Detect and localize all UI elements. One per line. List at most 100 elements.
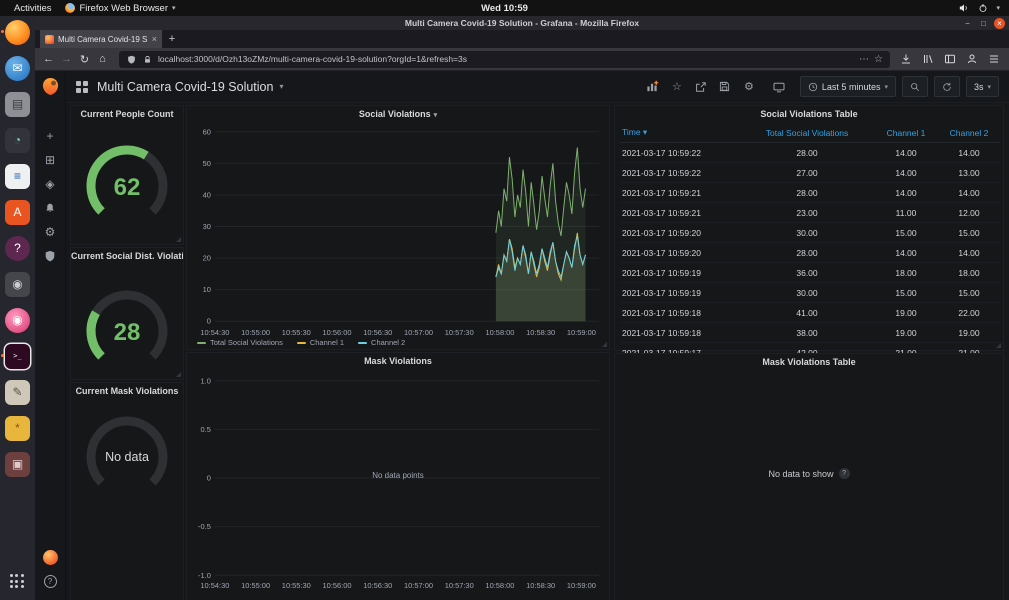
chevron-down-icon[interactable]: ▾ xyxy=(279,82,283,91)
empty-state-text: No data to show xyxy=(768,469,833,479)
info-icon[interactable]: ? xyxy=(839,468,850,479)
panel-title[interactable]: Mask Violations Table xyxy=(615,354,1003,370)
dashboards-icon[interactable]: ⊞ xyxy=(43,153,57,167)
back-button[interactable]: ← xyxy=(41,52,56,67)
social-violations-chart[interactable]: 010203040506010:54:3010:55:0010:55:3010:… xyxy=(187,106,609,349)
cycle-view-tv-icon[interactable] xyxy=(770,79,788,95)
minimize-button[interactable]: − xyxy=(962,18,973,29)
window-titlebar[interactable]: Multi Camera Covid-19 Solution - Grafana… xyxy=(35,16,1009,30)
social-violations-table[interactable]: Time ▾Total Social ViolationsChannel 1Ch… xyxy=(620,124,1000,363)
configuration-gear-icon[interactable]: ⚙ xyxy=(43,225,57,239)
dock-item-cheese[interactable]: ◉ xyxy=(0,306,35,334)
dock-item-sticky-notes[interactable]: * xyxy=(0,414,35,442)
tab-close-icon[interactable]: × xyxy=(152,34,157,44)
explore-icon[interactable]: ◈ xyxy=(43,177,57,191)
dock-item-terminal[interactable]: >_ xyxy=(0,342,35,370)
user-avatar[interactable] xyxy=(43,550,58,565)
url-bar[interactable]: localhost:3000/d/Ozh13oZMz/multi-camera-… xyxy=(119,51,890,68)
refresh-interval-dropdown[interactable]: 3s ▾ xyxy=(966,76,999,97)
dock-item-image-viewer[interactable]: ▣ xyxy=(0,450,35,478)
panel-title[interactable]: Current Mask Violations xyxy=(71,383,183,399)
alerting-bell-icon[interactable] xyxy=(43,201,57,215)
page-actions-icon[interactable]: ⋯ xyxy=(859,54,869,65)
power-icon[interactable] xyxy=(977,3,988,14)
table-row[interactable]: 2021-03-17 10:59:1841.0019.0022.00 xyxy=(620,303,1000,323)
dashboard-title[interactable]: Multi Camera Covid-19 Solution xyxy=(97,80,273,94)
panel-title[interactable]: Mask Violations xyxy=(187,353,609,369)
help-icon[interactable]: ? xyxy=(44,575,57,588)
table-row[interactable]: 2021-03-17 10:59:2030.0015.0015.00 xyxy=(620,223,1000,243)
share-icon[interactable] xyxy=(692,79,710,95)
table-row[interactable]: 2021-03-17 10:59:2228.0014.0014.00 xyxy=(620,143,1000,163)
app-menu-button[interactable]: Firefox Web Browser ▾ xyxy=(59,3,181,14)
dock-item-libreoffice-writer[interactable]: ≡ xyxy=(0,162,35,190)
cell-time: 2021-03-17 10:59:21 xyxy=(620,203,740,223)
table-row[interactable]: 2021-03-17 10:59:2123.0011.0012.00 xyxy=(620,203,1000,223)
dock-item-thunderbird[interactable]: ✉ xyxy=(0,54,35,82)
column-header[interactable]: Time ▾ xyxy=(620,124,740,143)
settings-gear-icon[interactable]: ⚙ xyxy=(740,79,758,95)
star-icon[interactable]: ☆ xyxy=(668,79,686,95)
column-header[interactable]: Channel 2 xyxy=(938,124,1000,143)
svg-text:20: 20 xyxy=(203,254,211,263)
save-icon[interactable] xyxy=(716,79,734,95)
library-icon[interactable] xyxy=(921,53,934,66)
cell-value: 23.00 xyxy=(740,203,874,223)
server-admin-shield-icon[interactable] xyxy=(43,249,57,263)
app-menu-label: Firefox Web Browser xyxy=(79,3,168,14)
new-tab-button[interactable]: + xyxy=(162,30,182,48)
forward-button[interactable]: → xyxy=(59,52,74,67)
maximize-button[interactable]: □ xyxy=(978,18,989,29)
table-row[interactable]: 2021-03-17 10:59:1930.0015.0015.00 xyxy=(620,283,1000,303)
panel-title[interactable]: Social Violations▾ xyxy=(187,106,609,122)
column-header[interactable]: Total Social Violations xyxy=(740,124,874,143)
add-panel-button[interactable] xyxy=(644,79,662,95)
table-row[interactable]: 2021-03-17 10:59:2028.0014.0014.00 xyxy=(620,243,1000,263)
table-row[interactable]: 2021-03-17 10:59:1936.0018.0018.00 xyxy=(620,263,1000,283)
menu-icon[interactable] xyxy=(987,53,1000,66)
grafana-logo[interactable] xyxy=(41,77,60,96)
panel-social-violations-chart: Social Violations▾ 010203040506010:54:30… xyxy=(186,105,610,350)
close-button[interactable]: × xyxy=(994,18,1005,29)
table-row[interactable]: 2021-03-17 10:59:2227.0014.0013.00 xyxy=(620,163,1000,183)
create-icon[interactable]: + xyxy=(43,129,57,143)
cell-time: 2021-03-17 10:59:21 xyxy=(620,183,740,203)
time-range-picker[interactable]: Last 5 minutes ▾ xyxy=(800,76,896,97)
dock-item-screenshot-tool[interactable]: ◉ xyxy=(0,270,35,298)
social-chart-legend: Total Social Violations Channel 1 Channel … xyxy=(197,338,405,347)
dock-item-ubuntu-software[interactable]: A xyxy=(0,198,35,226)
refresh-interval-label: 3s xyxy=(974,82,984,92)
legend-item[interactable]: Channel 2 xyxy=(358,338,405,347)
account-icon[interactable] xyxy=(965,53,978,66)
zoom-out-button[interactable] xyxy=(902,76,928,97)
dock-item-media-player[interactable]: ◔ xyxy=(0,126,35,154)
legend-item[interactable]: Channel 1 xyxy=(297,338,344,347)
cell-value: 14.00 xyxy=(938,243,1000,263)
download-icon[interactable] xyxy=(899,53,912,66)
dock-item-firefox[interactable] xyxy=(0,18,35,46)
panel-title[interactable]: Current Social Dist. Violatio... xyxy=(71,248,183,264)
lock-icon[interactable] xyxy=(142,54,153,65)
dock-item-files[interactable]: ▤ xyxy=(0,90,35,118)
refresh-button[interactable] xyxy=(934,76,960,97)
shield-icon[interactable] xyxy=(126,54,137,65)
panel-title[interactable]: Social Violations Table xyxy=(615,106,1003,122)
table-row[interactable]: 2021-03-17 10:59:2128.0014.0014.00 xyxy=(620,183,1000,203)
dock-item-help[interactable]: ? xyxy=(0,234,35,262)
browser-tab[interactable]: Multi Camera Covid-19 S × xyxy=(40,30,162,48)
activities-button[interactable]: Activities xyxy=(8,3,57,14)
dock-item-text-editor[interactable]: ✎ xyxy=(0,378,35,406)
reload-button[interactable]: ↻ xyxy=(77,52,92,67)
show-applications-button[interactable] xyxy=(10,574,26,590)
system-tray[interactable]: ▾ xyxy=(958,3,1009,14)
chevron-down-icon[interactable]: ▾ xyxy=(996,4,1000,12)
home-button[interactable]: ⌂ xyxy=(95,52,110,67)
bookmark-star-icon[interactable]: ☆ xyxy=(874,54,883,65)
table-row[interactable]: 2021-03-17 10:59:1838.0019.0019.00 xyxy=(620,323,1000,343)
volume-icon[interactable] xyxy=(958,3,969,14)
panel-title[interactable]: Current People Count xyxy=(71,106,183,122)
text-editor-icon: ✎ xyxy=(5,380,30,405)
sidebar-icon[interactable] xyxy=(943,53,956,66)
legend-item[interactable]: Total Social Violations xyxy=(197,338,283,347)
column-header[interactable]: Channel 1 xyxy=(874,124,938,143)
